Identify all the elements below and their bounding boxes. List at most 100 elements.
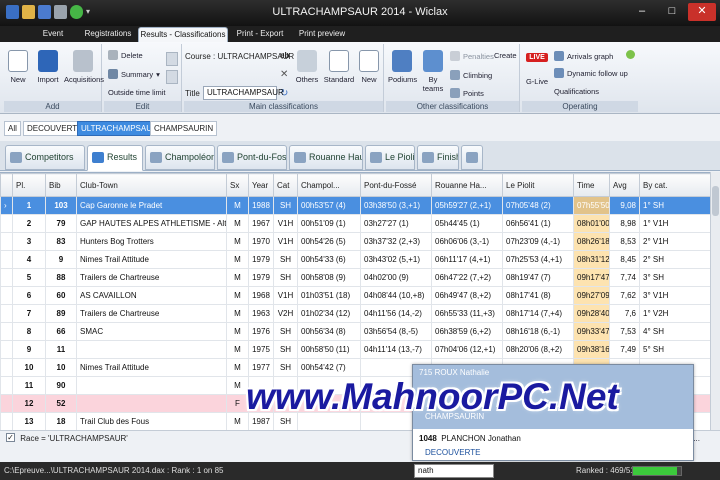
eb-button[interactable]: eb (280, 51, 289, 60)
col-header-bib[interactable]: Bib (45, 173, 77, 197)
cell-bib: 52 (45, 394, 77, 413)
title-input[interactable]: ULTRACHAMPSAUR (203, 86, 284, 100)
subtab-champoleon[interactable]: Champoléon (145, 145, 215, 170)
acquisitions-button[interactable]: Acquisitions (64, 50, 104, 84)
table-row[interactable]: 9 11 M 1975 SH 00h58'50 (11) 04h11'14 (13,-7) 0… (0, 340, 710, 359)
row-indicator[interactable] (0, 286, 13, 305)
close-button[interactable]: ✕ (688, 3, 716, 21)
create-button[interactable]: Create (494, 51, 517, 60)
cell-cat: V2H (273, 304, 298, 323)
row-indicator[interactable] (0, 394, 13, 413)
row-indicator[interactable] (0, 214, 13, 233)
tab-event[interactable]: Event (26, 27, 80, 42)
col-header-pl[interactable]: Pl. (12, 173, 46, 197)
col-header-rouanne-haute[interactable]: Rouanne Ha... (431, 173, 503, 197)
minimize-button[interactable]: – (628, 3, 656, 21)
row-indicator[interactable] (0, 232, 13, 251)
popup-result-2[interactable]: 1048 PLANCHON Jonathan (419, 434, 521, 443)
table-row[interactable]: 3 83 Hunters Bog Trotters M 1970 V1H 00h54'26 … (0, 232, 710, 251)
outside-time-limit-button[interactable]: Outside time limit (108, 88, 166, 97)
ribbon-tabs: Event Registrations Results - Classifica… (0, 26, 720, 42)
teams-icon (423, 50, 443, 72)
qualifications-button[interactable]: Qualifications (554, 87, 599, 96)
row-indicator[interactable] (0, 340, 13, 359)
row-indicator[interactable]: › (0, 196, 13, 215)
col-header-time[interactable]: Time (573, 173, 610, 197)
cell-year: 1988 (248, 196, 274, 215)
g-live-button[interactable]: LIVE G-Live (524, 52, 550, 86)
podiums-button[interactable]: Podiums (388, 50, 417, 84)
subtab-results[interactable]: Results (87, 145, 143, 171)
subtab-add[interactable] (461, 145, 483, 170)
move-down-icon[interactable] (166, 70, 178, 84)
scrollbar-thumb[interactable] (712, 186, 719, 216)
cell-rouanne-haute: 06h11'17 (4,+1) (431, 250, 503, 269)
vertical-scrollbar[interactable] (710, 172, 720, 430)
tab-print-export[interactable]: Print - Export (230, 27, 290, 42)
cell-champoleon: 00h58'08 (9) (297, 268, 361, 287)
standard-button[interactable]: Standard (322, 50, 356, 84)
penalties-button[interactable]: Penalties (450, 51, 494, 61)
row-indicator[interactable] (0, 322, 13, 341)
import-button[interactable]: Import (33, 50, 63, 84)
subtab-le-piolit[interactable]: Le Piolit (365, 145, 415, 170)
search-input[interactable]: nath (414, 464, 494, 478)
checkpoint-icon (294, 152, 306, 163)
points-button[interactable]: Points (450, 88, 484, 98)
cell-club-town: Cap Garonne le Pradet (76, 196, 227, 215)
table-row[interactable]: 5 88 Trailers de Chartreuse M 1979 SH 00h58'08… (0, 268, 710, 287)
cell-rouanne-haute: 06h47'22 (7,+2) (431, 268, 503, 287)
table-row[interactable]: 7 89 Trailers de Chartreuse M 1963 V2H 01h02'3… (0, 304, 710, 323)
col-header-year[interactable]: Year (248, 173, 274, 197)
col-header-club-town[interactable]: Club-Town (76, 173, 227, 197)
new-classification-button[interactable]: New (358, 50, 380, 84)
course-filter-champsaurin[interactable]: CHAMPSAURIN (150, 121, 218, 136)
row-indicator[interactable] (0, 412, 13, 430)
cell-by-cat: 5° SH (639, 340, 710, 359)
climbing-button[interactable]: Climbing (450, 70, 492, 80)
others-button[interactable]: Others (294, 50, 320, 84)
subtab-rouanne-haute[interactable]: Rouanne Haute (289, 145, 363, 170)
subtab-finish[interactable]: Finish (417, 145, 459, 170)
col-header-by-cat[interactable]: By cat. (639, 173, 710, 197)
col-header-cat[interactable]: Cat (273, 173, 298, 197)
row-indicator[interactable] (0, 358, 13, 377)
by-teams-button[interactable]: By teams (418, 50, 448, 93)
arrivals-graph-button[interactable]: Arrivals graph (554, 51, 613, 61)
table-row[interactable]: 279GAP HAUTES ALPES ATHLETISME - Altec S… (0, 214, 710, 233)
subtab-competitors[interactable]: Competitors (5, 145, 85, 170)
course-filter-all[interactable]: All (4, 121, 21, 136)
tab-print-preview[interactable]: Print preview (290, 27, 354, 42)
dynamic-follow-up-button[interactable]: Dynamic follow up (554, 68, 628, 78)
row-indicator[interactable] (0, 268, 13, 287)
cell-sx: M (226, 304, 249, 323)
col-header-sx[interactable]: Sx (226, 173, 249, 197)
delete-button[interactable]: Delete (108, 50, 143, 60)
row-indicator[interactable] (0, 250, 13, 269)
new-button[interactable]: New (7, 50, 29, 84)
row-indicator[interactable] (0, 304, 13, 323)
col-header-champoleon[interactable]: Champol... (297, 173, 361, 197)
table-row[interactable]: › 1 103 Cap Garonne le Pradet M 1988 SH 00h53'5… (0, 196, 710, 215)
maximize-button[interactable]: □ (658, 3, 686, 21)
table-row[interactable]: 6 60 AS CAVAILLON M 1968 V1H 01h03'51 (18) 04h0… (0, 286, 710, 305)
clear-icon[interactable]: ✕ (280, 70, 290, 80)
table-row[interactable]: 8 66 SMAC M 1976 SH 00h56'34 (8) 03h56'54 (8,-5… (0, 322, 710, 341)
header-row: Pl. Bib Club-Town Sx Year Cat Champol...… (0, 173, 710, 197)
summary-icon (108, 69, 118, 79)
tab-registrations[interactable]: Registrations (80, 27, 136, 42)
race-filter-checkbox[interactable]: ✓ (6, 433, 15, 443)
cell-rouanne-haute: 06h55'33 (11,+3) (431, 304, 503, 323)
status-bar: C:\Epreuve...\ULTRACHAMPSAUR 2014.dax : … (0, 462, 720, 480)
row-indicator[interactable] (0, 376, 13, 395)
summary-button[interactable]: Summary ▾ (108, 69, 160, 79)
col-header-pont-du-fosse[interactable]: Pont-du-Fossé (360, 173, 432, 197)
cell-year: 1967 (248, 214, 274, 233)
tab-results-classifications[interactable]: Results - Classifications (138, 27, 228, 42)
table-row[interactable]: 4 9 Nimes Trail Attitude M 1979 SH 00h54'33 (6… (0, 250, 710, 269)
cell-bib: 66 (45, 322, 77, 341)
subtab-pont-du-fosse[interactable]: Pont-du-Fossé (217, 145, 287, 170)
col-header-le-piolit[interactable]: Le Piolit (502, 173, 574, 197)
col-header-avg[interactable]: Avg (609, 173, 640, 197)
move-up-icon[interactable] (166, 52, 178, 66)
